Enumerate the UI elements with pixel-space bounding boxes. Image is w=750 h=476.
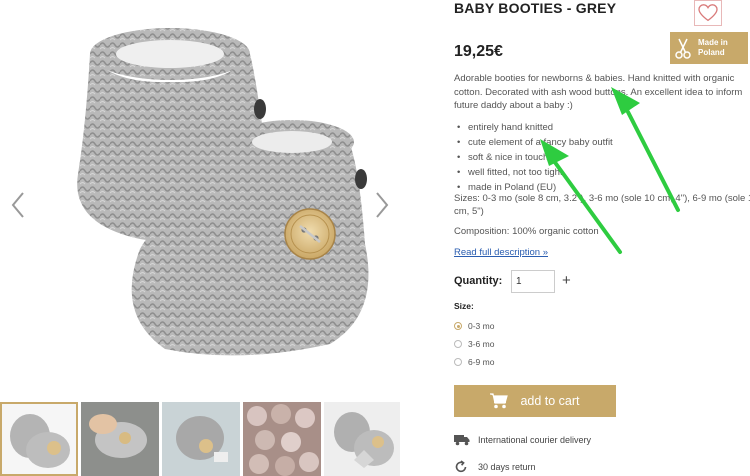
main-product-image <box>30 14 375 360</box>
list-item: entirely hand knitted <box>454 120 750 135</box>
product-title: BABY BOOTIES - GREY <box>454 0 617 16</box>
product-gallery <box>0 0 400 476</box>
add-to-cart-button[interactable]: add to cart <box>454 385 616 417</box>
thumbnail-2[interactable] <box>81 402 159 476</box>
next-image-arrow[interactable] <box>372 190 392 220</box>
composition-text: Composition: 100% organic cotton <box>454 226 599 237</box>
read-full-description-link[interactable]: Read full description » <box>454 247 548 258</box>
return-arrow-icon <box>454 460 478 474</box>
size-option-label: 3-6 mo <box>468 339 495 349</box>
scissors-icon <box>670 37 696 59</box>
thumbnail-strip <box>0 402 400 476</box>
badge-line-2: Poland <box>698 48 725 57</box>
size-option-0-3[interactable]: 0-3 mo <box>454 319 494 333</box>
radio-checked-icon <box>454 322 462 330</box>
size-option-label: 0-3 mo <box>468 321 495 331</box>
thumbnail-3[interactable] <box>162 402 240 476</box>
add-to-cart-label: add to cart <box>520 394 580 408</box>
list-item: cute element of a fancy baby outfit <box>454 135 750 150</box>
radio-icon <box>454 340 462 348</box>
delivery-text: International courier delivery <box>478 435 592 445</box>
previous-image-arrow[interactable] <box>8 190 28 220</box>
quantity-input[interactable] <box>511 270 555 293</box>
quantity-increment-button[interactable]: + <box>562 273 576 289</box>
cart-icon <box>490 393 509 409</box>
list-item: soft & nice in touch <box>454 150 750 165</box>
size-option-label: 6-9 mo <box>468 357 495 367</box>
returns-text: 30 days return <box>478 462 536 472</box>
product-description: Adorable booties for newborns & babies. … <box>454 73 743 111</box>
size-option-3-6[interactable]: 3-6 mo <box>454 337 494 351</box>
delivery-info: International courier delivery <box>454 432 591 448</box>
thumbnail-4[interactable] <box>243 402 321 476</box>
truck-icon <box>454 434 478 446</box>
returns-info: 30 days return <box>454 459 536 475</box>
list-item: well fitted, not too tight <box>454 165 750 180</box>
size-option-6-9[interactable]: 6-9 mo <box>454 355 494 369</box>
thumbnail-5[interactable] <box>324 402 402 476</box>
quantity-label: Quantity: <box>454 275 503 287</box>
product-info: BABY BOOTIES - GREY 19,25€ Made in Polan… <box>454 0 750 476</box>
sizes-text: Sizes: 0-3 mo (sole 8 cm, 3.2"), 3-6 mo … <box>454 193 750 217</box>
wishlist-button[interactable] <box>694 0 722 26</box>
made-in-poland-badge: Made in Poland <box>670 32 748 64</box>
size-label: Size: <box>454 301 474 311</box>
badge-line-1: Made in <box>698 38 728 47</box>
heart-icon <box>698 4 718 22</box>
feature-list: entirely hand knitted cute element of a … <box>454 120 750 195</box>
thumbnail-1[interactable] <box>0 402 78 476</box>
radio-icon <box>454 358 462 366</box>
product-price: 19,25€ <box>454 43 503 60</box>
